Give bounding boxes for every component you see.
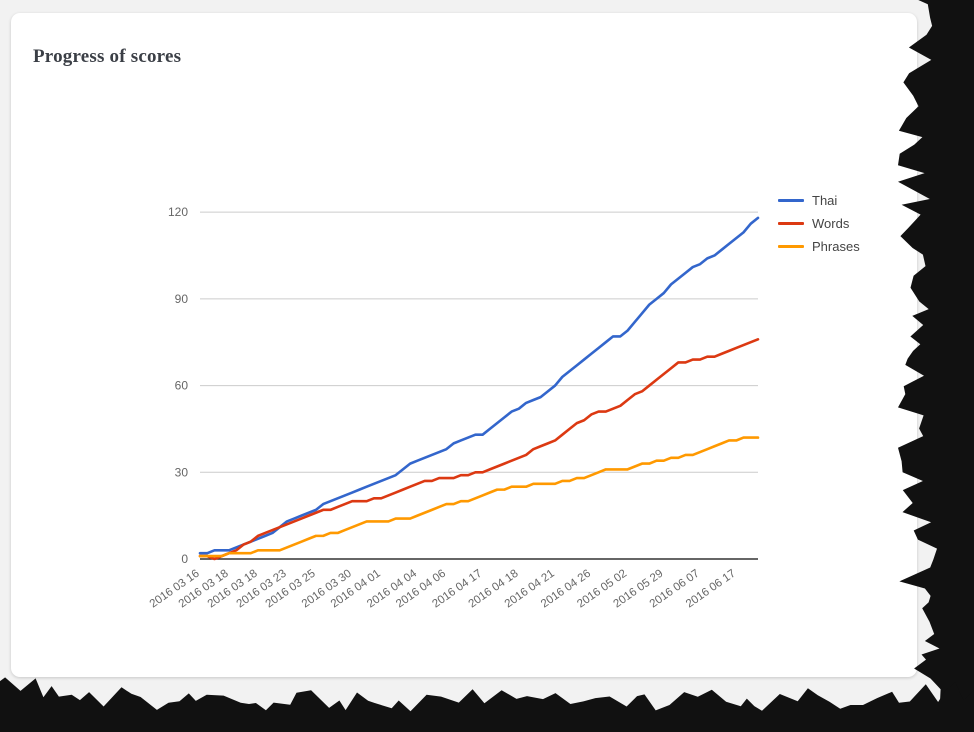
chart-plot-area: 0 30 60 90 120 2016 03 16 2016 03 18 2016 03 18… <box>11 13 917 677</box>
series-line-phrases <box>198 436 760 558</box>
legend-label-words: Words <box>812 216 850 231</box>
y-axis-tick-label: 90 <box>175 292 189 306</box>
legend-item-words[interactable]: Words <box>778 212 908 235</box>
y-axis-tick-label: 0 <box>181 552 188 566</box>
legend-item-thai[interactable]: Thai <box>778 189 908 212</box>
y-axis-tick-label: 60 <box>175 379 189 393</box>
legend-swatch-words <box>778 222 804 225</box>
series-line-words <box>198 338 760 561</box>
legend-item-phrases[interactable]: Phrases <box>778 235 908 258</box>
legend-label-thai: Thai <box>812 193 838 208</box>
y-axis-tick-label: 120 <box>168 205 188 219</box>
chart-card: Progress of scores 0 30 60 90 120 2016 03 16 2… <box>11 13 917 677</box>
legend-label-phrases: Phrases <box>812 239 860 254</box>
line-chart: 03060901202016 03 162016 03 182016 03 18… <box>148 205 760 610</box>
legend-swatch-thai <box>778 199 804 202</box>
legend-swatch-phrases <box>778 245 804 248</box>
y-axis-tick-label: 30 <box>175 465 189 479</box>
chart-legend: Thai Words Phrases <box>778 189 908 258</box>
